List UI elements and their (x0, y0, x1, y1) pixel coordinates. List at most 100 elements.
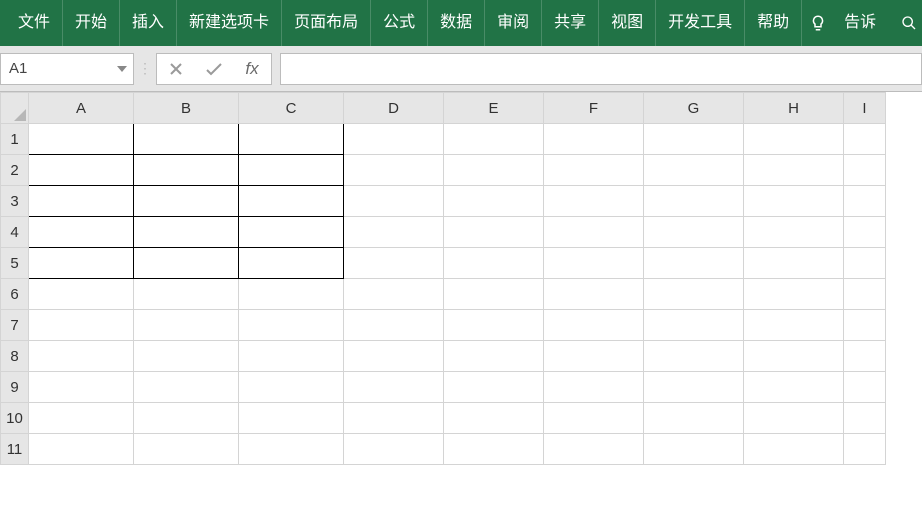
tab-insert[interactable]: 插入 (120, 0, 177, 46)
cell-F4[interactable] (544, 217, 644, 248)
lightbulb-icon[interactable] (802, 0, 834, 46)
tab-formulas[interactable]: 公式 (371, 0, 428, 46)
cell-I10[interactable] (844, 403, 886, 434)
cell-D1[interactable] (344, 124, 444, 155)
cell-D7[interactable] (344, 310, 444, 341)
search-icon[interactable] (899, 0, 918, 46)
cell-H7[interactable] (744, 310, 844, 341)
row-header-5[interactable]: 5 (1, 248, 29, 279)
tab-developer[interactable]: 开发工具 (656, 0, 745, 46)
row-header-6[interactable]: 6 (1, 279, 29, 310)
cell-I8[interactable] (844, 341, 886, 372)
tell-me-input[interactable]: 告诉我 (834, 0, 899, 46)
cell-E9[interactable] (444, 372, 544, 403)
cell-F2[interactable] (544, 155, 644, 186)
cell-G9[interactable] (644, 372, 744, 403)
cell-H1[interactable] (744, 124, 844, 155)
cell-G4[interactable] (644, 217, 744, 248)
cell-F11[interactable] (544, 434, 644, 465)
cell-A5[interactable] (29, 248, 134, 279)
name-box[interactable]: A1 (0, 53, 134, 85)
enter-button[interactable] (195, 53, 233, 85)
row-header-9[interactable]: 9 (1, 372, 29, 403)
formula-input[interactable] (280, 53, 922, 85)
column-header-D[interactable]: D (344, 93, 444, 124)
cell-G2[interactable] (644, 155, 744, 186)
cell-A8[interactable] (29, 341, 134, 372)
cell-E5[interactable] (444, 248, 544, 279)
cell-C3[interactable] (239, 186, 344, 217)
cell-G6[interactable] (644, 279, 744, 310)
cell-B8[interactable] (134, 341, 239, 372)
cell-B3[interactable] (134, 186, 239, 217)
tab-view[interactable]: 视图 (599, 0, 656, 46)
row-header-10[interactable]: 10 (1, 403, 29, 434)
cell-E10[interactable] (444, 403, 544, 434)
cell-G3[interactable] (644, 186, 744, 217)
cell-H9[interactable] (744, 372, 844, 403)
cell-I2[interactable] (844, 155, 886, 186)
cell-G1[interactable] (644, 124, 744, 155)
cell-C8[interactable] (239, 341, 344, 372)
row-header-1[interactable]: 1 (1, 124, 29, 155)
cell-C7[interactable] (239, 310, 344, 341)
cell-B7[interactable] (134, 310, 239, 341)
column-header-G[interactable]: G (644, 93, 744, 124)
cell-B2[interactable] (134, 155, 239, 186)
cell-F3[interactable] (544, 186, 644, 217)
cell-I11[interactable] (844, 434, 886, 465)
row-header-11[interactable]: 11 (1, 434, 29, 465)
cell-A7[interactable] (29, 310, 134, 341)
cell-C10[interactable] (239, 403, 344, 434)
cell-D6[interactable] (344, 279, 444, 310)
cell-G11[interactable] (644, 434, 744, 465)
cell-F5[interactable] (544, 248, 644, 279)
cell-I1[interactable] (844, 124, 886, 155)
cell-B11[interactable] (134, 434, 239, 465)
cell-I5[interactable] (844, 248, 886, 279)
cell-G10[interactable] (644, 403, 744, 434)
cell-E11[interactable] (444, 434, 544, 465)
cell-H2[interactable] (744, 155, 844, 186)
select-all-corner[interactable] (1, 93, 29, 124)
column-header-A[interactable]: A (29, 93, 134, 124)
row-header-3[interactable]: 3 (1, 186, 29, 217)
cell-C9[interactable] (239, 372, 344, 403)
cell-E6[interactable] (444, 279, 544, 310)
insert-function-button[interactable]: fx (233, 53, 271, 85)
cell-D4[interactable] (344, 217, 444, 248)
tab-share[interactable]: 共享 (542, 0, 599, 46)
cell-B5[interactable] (134, 248, 239, 279)
cell-D5[interactable] (344, 248, 444, 279)
cell-A4[interactable] (29, 217, 134, 248)
cell-I6[interactable] (844, 279, 886, 310)
name-box-dropdown-icon[interactable] (111, 54, 133, 84)
column-header-C[interactable]: C (239, 93, 344, 124)
cell-D3[interactable] (344, 186, 444, 217)
cell-C2[interactable] (239, 155, 344, 186)
cell-I7[interactable] (844, 310, 886, 341)
cell-B9[interactable] (134, 372, 239, 403)
cell-C1[interactable] (239, 124, 344, 155)
cancel-button[interactable] (157, 53, 195, 85)
row-header-8[interactable]: 8 (1, 341, 29, 372)
cell-C11[interactable] (239, 434, 344, 465)
column-header-I[interactable]: I (844, 93, 886, 124)
tab-newtab[interactable]: 新建选项卡 (177, 0, 282, 46)
cell-G8[interactable] (644, 341, 744, 372)
cell-F1[interactable] (544, 124, 644, 155)
cell-E2[interactable] (444, 155, 544, 186)
cell-B10[interactable] (134, 403, 239, 434)
column-header-H[interactable]: H (744, 93, 844, 124)
cell-A1[interactable] (29, 124, 134, 155)
cell-F9[interactable] (544, 372, 644, 403)
cell-C4[interactable] (239, 217, 344, 248)
cell-D2[interactable] (344, 155, 444, 186)
cell-I9[interactable] (844, 372, 886, 403)
cell-D11[interactable] (344, 434, 444, 465)
tab-home[interactable]: 开始 (63, 0, 120, 46)
cell-F10[interactable] (544, 403, 644, 434)
row-header-7[interactable]: 7 (1, 310, 29, 341)
row-header-2[interactable]: 2 (1, 155, 29, 186)
column-header-B[interactable]: B (134, 93, 239, 124)
